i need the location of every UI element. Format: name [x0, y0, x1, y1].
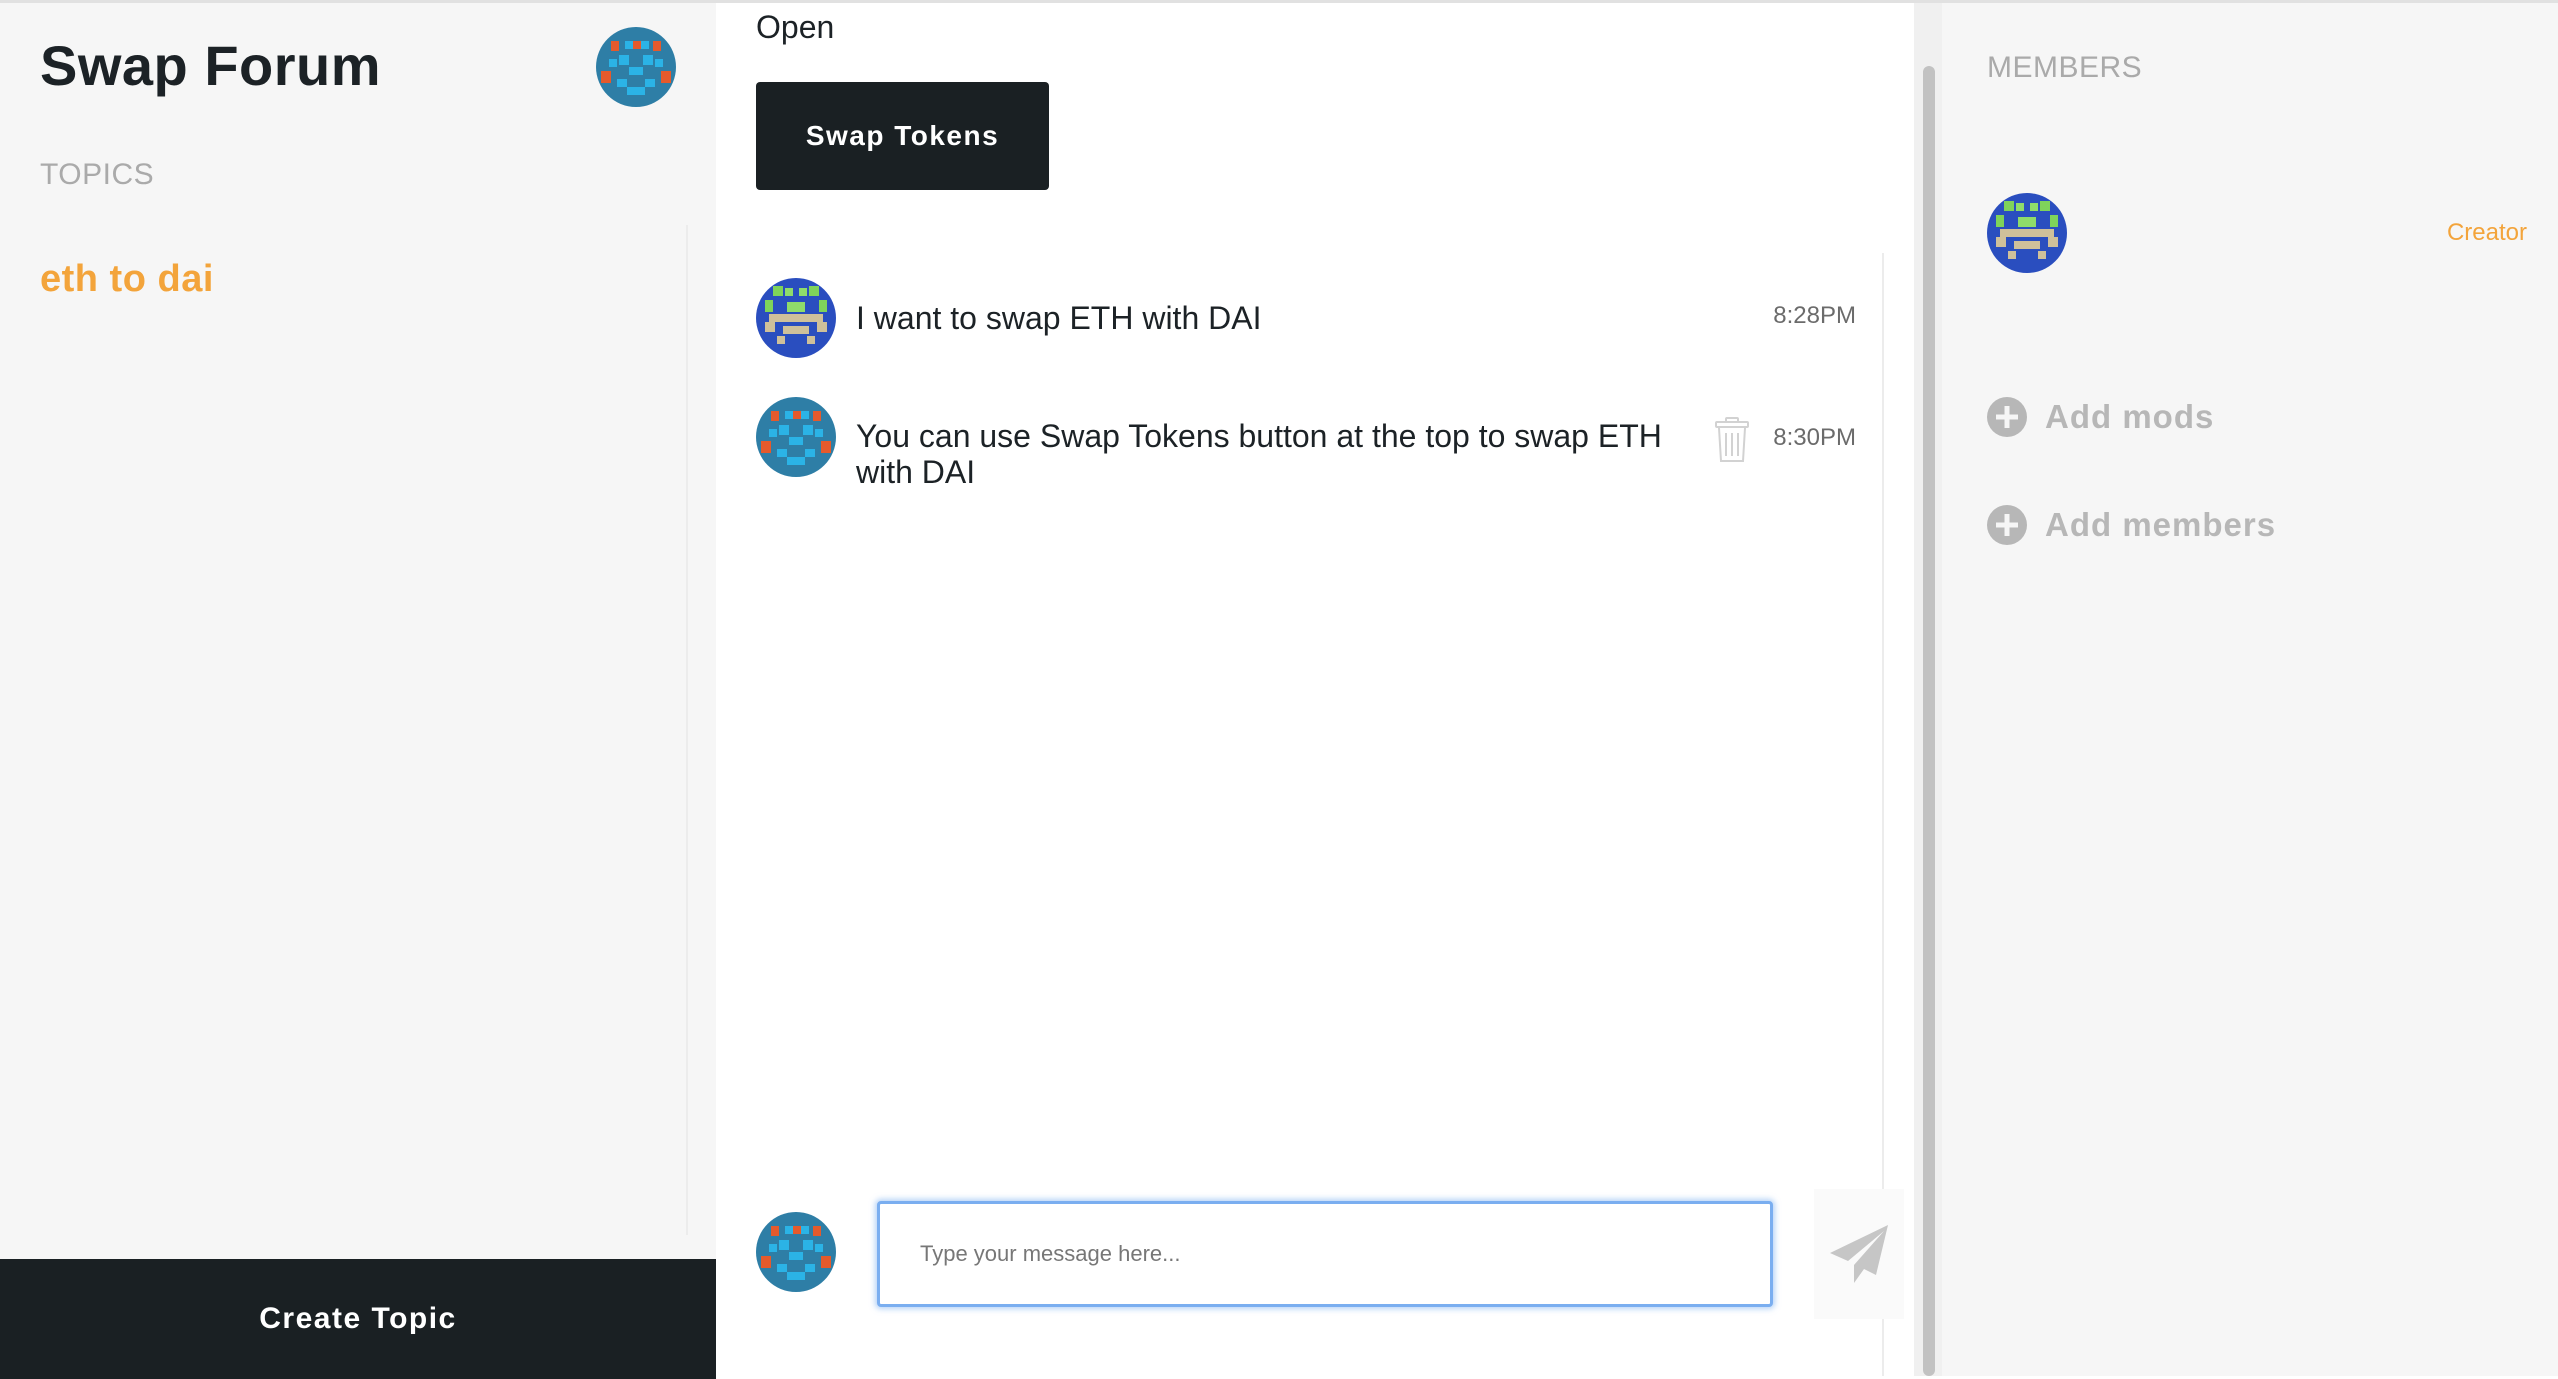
members-sidebar: MEMBERS Creator Add mods Add members	[1942, 3, 2558, 1376]
add-members-label: Add members	[2045, 506, 2277, 543]
plus-circle-icon	[1987, 397, 2027, 437]
member-role-badge: Creator	[2446, 219, 2527, 246]
plus-circle-icon	[1987, 505, 2027, 545]
message-author-avatar[interactable]	[756, 397, 836, 482]
compose-user-avatar	[756, 1212, 836, 1297]
topic-item-eth-to-dai[interactable]: eth to dai	[40, 258, 214, 301]
app-title: Swap Forum	[40, 34, 382, 97]
message-input[interactable]	[877, 1201, 1773, 1307]
topic-status: Open	[756, 9, 835, 45]
trash-icon	[1715, 417, 1749, 462]
message-text: You can use Swap Tokens button at the to…	[856, 418, 1662, 490]
send-icon	[1830, 1225, 1888, 1283]
add-members-button[interactable]: Add members	[1987, 505, 2276, 545]
members-heading: MEMBERS	[1987, 51, 2143, 84]
scrollbar-thumb[interactable]	[1923, 66, 1935, 1376]
member-row[interactable]: Creator	[1987, 193, 2527, 273]
message-timestamp: 8:28PM	[1773, 302, 1856, 329]
add-mods-label: Add mods	[2045, 398, 2215, 435]
pixel-avatar-blue-icon	[596, 27, 676, 107]
create-topic-button[interactable]: Create Topic	[0, 1259, 716, 1379]
delete-message-button[interactable]	[1714, 417, 1750, 468]
topics-sidebar: Swap Forum TOPICS eth to dai Create Topi…	[0, 3, 716, 1379]
current-user-avatar[interactable]	[596, 27, 676, 112]
topic-thread: Open Swap Tokens I want to swap ETH with…	[716, 3, 1914, 1376]
add-mods-button[interactable]: Add mods	[1987, 397, 2214, 437]
sidebar-divider	[686, 225, 688, 1235]
pixel-avatar-green-icon	[1987, 193, 2067, 273]
send-button[interactable]	[1814, 1189, 1904, 1319]
pixel-avatar-blue-icon	[756, 1212, 836, 1292]
topics-heading: TOPICS	[40, 158, 155, 191]
pixel-avatar-blue-icon	[756, 397, 836, 477]
message-timestamp: 8:30PM	[1773, 424, 1856, 451]
pixel-avatar-green-icon	[756, 278, 836, 358]
message-text: I want to swap ETH with DAI	[856, 300, 1262, 336]
message-author-avatar[interactable]	[756, 278, 836, 363]
swap-tokens-button[interactable]: Swap Tokens	[756, 82, 1049, 190]
